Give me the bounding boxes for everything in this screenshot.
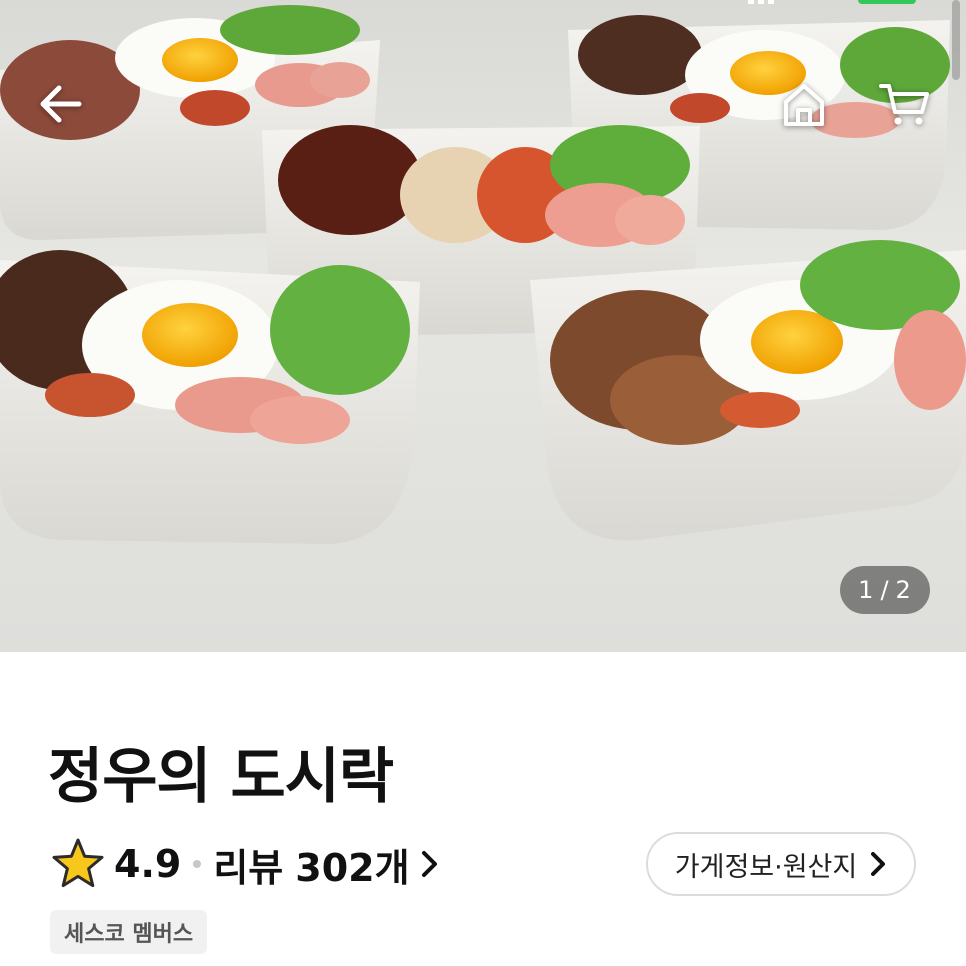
current-page: 1 (858, 576, 875, 604)
page-separator: / (880, 576, 890, 604)
home-icon (784, 84, 824, 126)
cart-button[interactable] (874, 74, 934, 134)
store-info-section: 정우의 도시락 4.9 리뷰 302개 가게정보·원산지 세스코 멤버스 (0, 652, 966, 966)
image-page-counter: 1 / 2 (840, 566, 930, 614)
rating-row: 4.9 리뷰 302개 (50, 834, 440, 894)
cesco-member-badge: 세스코 멤버스 (50, 910, 208, 954)
store-info-label: 가게정보·원산지 (674, 851, 858, 883)
cart-icon (879, 84, 929, 125)
lunchbox-bottom-right (530, 240, 966, 541)
rating-value: 4.9 (114, 842, 182, 886)
hero-image[interactable]: 1 / 2 (0, 0, 966, 652)
battery-icon (858, 0, 916, 4)
home-button[interactable] (774, 74, 834, 134)
total-pages: 2 (895, 576, 912, 604)
lunchbox-bottom-left (0, 250, 420, 544)
signal-icon (748, 0, 774, 4)
badge-label: 세스코 멤버스 (64, 922, 194, 947)
back-button[interactable] (30, 74, 90, 134)
scrollbar[interactable] (952, 0, 960, 80)
arrow-left-icon (40, 85, 82, 123)
separator-dot (193, 860, 202, 868)
chevron-right-icon (421, 851, 437, 877)
store-name: 정우의 도시락 (48, 742, 394, 812)
store-info-button[interactable]: 가게정보·원산지 (646, 832, 916, 896)
review-label: 리뷰 (213, 845, 284, 890)
star-icon (52, 838, 104, 888)
review-link[interactable]: 리뷰 302개 (213, 837, 439, 892)
status-bar (0, 0, 966, 10)
review-count: 302개 (295, 845, 410, 890)
chevron-right-icon (871, 852, 886, 876)
